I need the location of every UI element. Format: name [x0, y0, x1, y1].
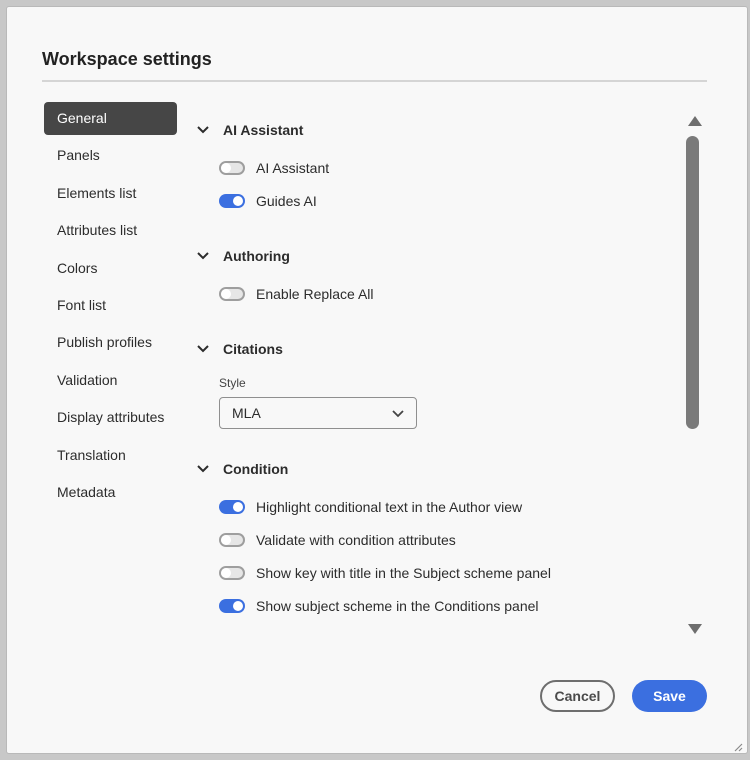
dialog-title: Workspace settings	[42, 49, 212, 69]
nav-item-metadata[interactable]: Metadata	[44, 476, 177, 509]
section-citations-heading: Citations	[223, 341, 283, 357]
scrollbar-thumb[interactable]	[686, 136, 699, 429]
nav-item-translation[interactable]: Translation	[44, 439, 177, 472]
section-authoring-heading: Authoring	[223, 248, 290, 264]
chevron-down-icon	[392, 405, 404, 421]
triangle-up-icon[interactable]	[687, 115, 703, 127]
switch-knob	[221, 289, 231, 299]
workspace-settings-dialog: Workspace settings General Panels Elemen…	[7, 7, 747, 753]
guides-ai-switch[interactable]	[219, 194, 245, 208]
switch-knob	[233, 601, 243, 611]
show-key-title-switch[interactable]	[219, 566, 245, 580]
section-ai-assistant-heading: AI Assistant	[223, 122, 304, 138]
citation-style-select[interactable]: MLA	[219, 397, 417, 429]
nav-item-attributes-list[interactable]: Attributes list	[44, 214, 177, 247]
chevron-down-icon	[197, 120, 217, 140]
settings-content: AI Assistant AI Assistant Guides AI Auth…	[197, 102, 677, 636]
switch-knob	[221, 568, 231, 578]
nav-item-panels[interactable]: Panels	[44, 139, 177, 172]
section-condition-heading: Condition	[223, 461, 289, 477]
validate-condition-switch[interactable]	[219, 533, 245, 547]
toggle-label: Validate with condition attributes	[256, 532, 456, 548]
title-divider	[42, 80, 707, 82]
chevron-down-icon	[197, 246, 217, 266]
show-subject-scheme-switch[interactable]	[219, 599, 245, 613]
select-value: MLA	[232, 405, 261, 421]
highlight-conditional-switch[interactable]	[219, 500, 245, 514]
toggle-label: Show subject scheme in the Conditions pa…	[256, 598, 539, 614]
nav-item-font-list[interactable]: Font list	[44, 289, 177, 322]
nav-item-general[interactable]: General	[44, 102, 177, 135]
toggle-row-enable-replace-all: Enable Replace All	[219, 284, 374, 304]
section-ai-assistant-header[interactable]: AI Assistant	[197, 120, 303, 140]
toggle-row-guides-ai: Guides AI	[219, 191, 317, 211]
nav-item-colors[interactable]: Colors	[44, 252, 177, 285]
ai-assistant-switch[interactable]	[219, 161, 245, 175]
cancel-button[interactable]: Cancel	[540, 680, 615, 712]
section-condition-header[interactable]: Condition	[197, 459, 288, 479]
nav-item-display-attributes[interactable]: Display attributes	[44, 401, 177, 434]
toggle-label: AI Assistant	[256, 160, 330, 176]
chevron-down-icon	[197, 339, 217, 359]
nav-item-validation[interactable]: Validation	[44, 364, 177, 397]
toggle-row-show-key-title: Show key with title in the Subject schem…	[219, 563, 551, 583]
toggle-row-ai-assistant: AI Assistant	[219, 158, 329, 178]
toggle-row-highlight-conditional: Highlight conditional text in the Author…	[219, 497, 522, 517]
toggle-label: Guides AI	[256, 193, 317, 209]
toggle-label: Highlight conditional text in the Author…	[256, 499, 523, 515]
save-button[interactable]: Save	[632, 680, 707, 712]
toggle-row-show-subject-scheme: Show subject scheme in the Conditions pa…	[219, 596, 539, 616]
switch-knob	[233, 196, 243, 206]
section-citations-header[interactable]: Citations	[197, 339, 283, 359]
toggle-row-validate-condition: Validate with condition attributes	[219, 530, 456, 550]
enable-replace-all-switch[interactable]	[219, 287, 245, 301]
switch-knob	[221, 535, 231, 545]
chevron-down-icon	[197, 459, 217, 479]
settings-nav: General Panels Elements list Attributes …	[44, 102, 177, 513]
section-authoring-header[interactable]: Authoring	[197, 246, 290, 266]
toggle-label: Show key with title in the Subject schem…	[256, 565, 551, 581]
nav-item-elements-list[interactable]: Elements list	[44, 177, 177, 210]
resize-grip-icon[interactable]	[733, 739, 743, 752]
style-field-label: Style	[219, 376, 246, 390]
triangle-down-icon[interactable]	[687, 623, 703, 635]
toggle-label: Enable Replace All	[256, 286, 374, 302]
switch-knob	[233, 502, 243, 512]
nav-item-publish-profiles[interactable]: Publish profiles	[44, 326, 177, 359]
switch-knob	[221, 163, 231, 173]
